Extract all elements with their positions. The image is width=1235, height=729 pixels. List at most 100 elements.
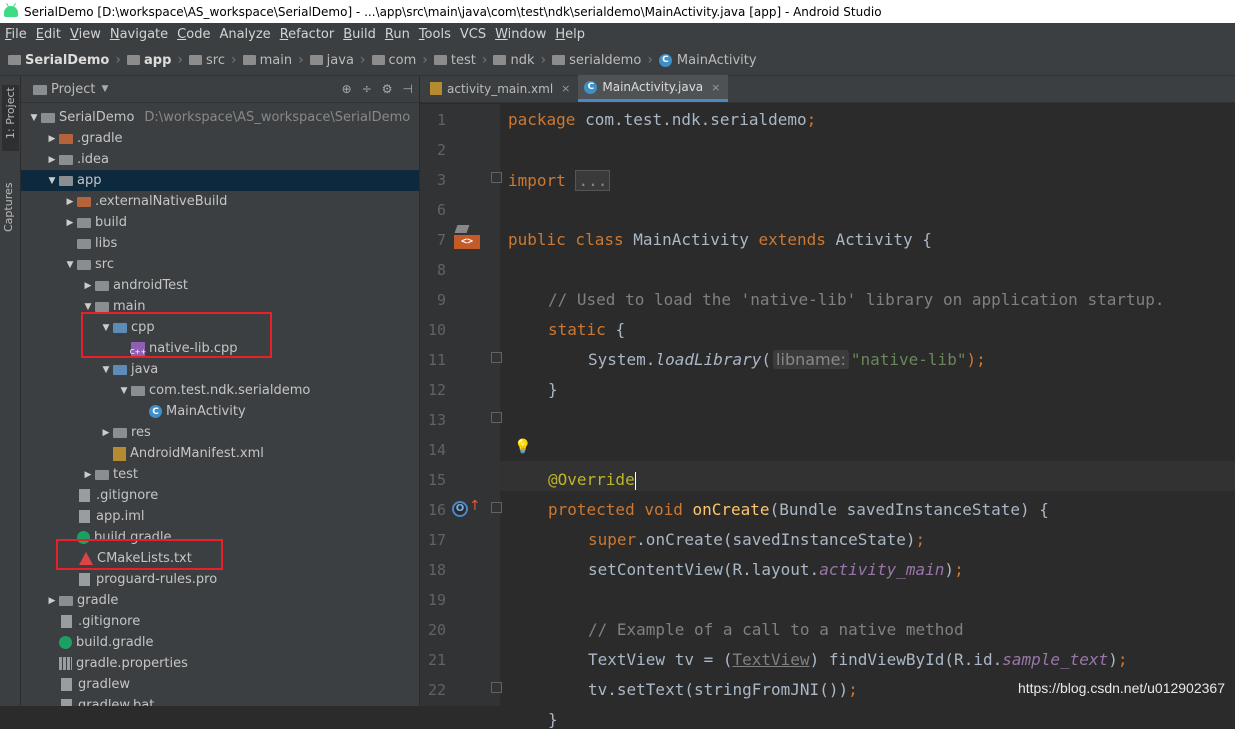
- fold-marker[interactable]: [491, 352, 502, 363]
- tree-item[interactable]: ▶.idea: [21, 149, 419, 170]
- breadcrumb-item[interactable]: main›: [241, 52, 308, 68]
- collapsed-arrow-icon[interactable]: ▶: [45, 134, 59, 144]
- expanded-arrow-icon[interactable]: ▼: [99, 323, 113, 333]
- collapse-all-icon[interactable]: ÷: [362, 82, 372, 96]
- fold-marker[interactable]: [491, 172, 502, 183]
- source-folder-icon: [113, 323, 127, 333]
- breadcrumb-item[interactable]: CMainActivity: [657, 53, 757, 68]
- captures-tool-tab[interactable]: Captures: [2, 172, 15, 232]
- breadcrumb-item[interactable]: ndk›: [491, 52, 550, 68]
- tree-item[interactable]: ▼main: [21, 296, 419, 317]
- menu-item[interactable]: Analyze: [214, 27, 274, 42]
- menu-item[interactable]: Run: [380, 27, 414, 42]
- expanded-arrow-icon[interactable]: ▼: [117, 386, 131, 396]
- menu-mnemonic: B: [343, 27, 352, 42]
- menu-item[interactable]: VCS: [455, 27, 490, 42]
- tree-item[interactable]: proguard-rules.pro: [21, 569, 419, 590]
- menu-item[interactable]: Help: [550, 27, 589, 42]
- tree-item[interactable]: gradlew.bat: [21, 695, 419, 706]
- collapsed-arrow-icon[interactable]: ▶: [63, 197, 77, 207]
- gear-icon[interactable]: ⚙: [382, 82, 393, 96]
- tree-item[interactable]: CMainActivity: [21, 401, 419, 422]
- fold-marker[interactable]: [491, 412, 502, 423]
- folded-imports[interactable]: ...: [575, 170, 610, 191]
- breadcrumb-item[interactable]: src›: [187, 52, 241, 68]
- collapsed-arrow-icon[interactable]: ▶: [45, 155, 59, 165]
- tree-item[interactable]: ▶.gradle: [21, 128, 419, 149]
- tree-item[interactable]: build.gradle: [21, 632, 419, 653]
- breadcrumb-label: MainActivity: [677, 53, 757, 68]
- fold-marker[interactable]: [491, 682, 502, 693]
- menu-item[interactable]: Refactor: [275, 27, 339, 42]
- line-number: 21: [420, 651, 446, 669]
- menu-item[interactable]: File: [0, 27, 31, 42]
- expanded-arrow-icon[interactable]: ▼: [63, 260, 77, 270]
- fold-marker[interactable]: [491, 502, 502, 513]
- tree-item[interactable]: ▶test: [21, 464, 419, 485]
- collapsed-arrow-icon[interactable]: ▶: [81, 281, 95, 291]
- tree-item[interactable]: app.iml: [21, 506, 419, 527]
- menu-mnemonic: E: [36, 27, 44, 42]
- menu-item[interactable]: Tools: [414, 27, 455, 42]
- tree-item[interactable]: ▼java: [21, 359, 419, 380]
- close-icon[interactable]: ×: [711, 81, 720, 94]
- expanded-arrow-icon[interactable]: ▼: [45, 176, 59, 186]
- tree-item[interactable]: C++native-lib.cpp: [21, 338, 419, 359]
- breadcrumb-label: src: [206, 53, 225, 68]
- scroll-from-source-icon[interactable]: ⊕: [342, 82, 352, 96]
- folder-icon: [552, 55, 565, 65]
- tree-item[interactable]: .gitignore: [21, 485, 419, 506]
- collapsed-arrow-icon[interactable]: ▶: [81, 470, 95, 480]
- project-tool-tab[interactable]: 1: Project: [2, 85, 19, 151]
- breadcrumb-item[interactable]: com›: [370, 52, 432, 68]
- tab-mainactivity-java[interactable]: C MainActivity.java ×: [578, 75, 728, 102]
- menu-item[interactable]: View: [65, 27, 105, 42]
- tree-item[interactable]: ▼app: [21, 170, 419, 191]
- override-gutter-icon[interactable]: O ↑: [452, 500, 480, 518]
- tree-item[interactable]: build.gradle: [21, 527, 419, 548]
- tree-item-label: build.gradle: [76, 635, 154, 650]
- expanded-arrow-icon[interactable]: ▼: [81, 302, 95, 312]
- tree-item[interactable]: ▶androidTest: [21, 275, 419, 296]
- code-view[interactable]: package com.test.ndk.serialdemo; import …: [500, 104, 1235, 706]
- tree-item[interactable]: ▶.externalNativeBuild: [21, 191, 419, 212]
- tree-item[interactable]: ▼cpp: [21, 317, 419, 338]
- class-gutter-icon[interactable]: <>: [454, 225, 480, 249]
- tree-item[interactable]: ▼SerialDemoD:\workspace\AS_workspace\Ser…: [21, 107, 419, 128]
- tree-item[interactable]: ▶gradle: [21, 590, 419, 611]
- breadcrumb-item[interactable]: test›: [432, 52, 492, 68]
- menu-item[interactable]: Code: [172, 27, 214, 42]
- expanded-arrow-icon[interactable]: ▼: [27, 113, 41, 123]
- expanded-arrow-icon[interactable]: ▼: [99, 365, 113, 375]
- tree-item[interactable]: CMakeLists.txt: [21, 548, 419, 569]
- project-view-selector[interactable]: Project ▼: [33, 82, 108, 97]
- menu-item[interactable]: Window: [490, 27, 550, 42]
- breadcrumb-separator-icon: ›: [115, 52, 121, 68]
- tree-item[interactable]: gradle.properties: [21, 653, 419, 674]
- code-line-7: public class MainActivity extends Activi…: [508, 230, 932, 249]
- menu-label: avigate: [120, 27, 169, 42]
- breadcrumb-item[interactable]: serialdemo›: [550, 52, 657, 68]
- tree-item[interactable]: gradlew: [21, 674, 419, 695]
- tab-activity-main-xml[interactable]: activity_main.xml ×: [424, 75, 578, 102]
- tree-item[interactable]: libs: [21, 233, 419, 254]
- close-icon[interactable]: ×: [561, 82, 570, 95]
- menu-item[interactable]: Build: [338, 27, 380, 42]
- breadcrumb-label: com: [389, 53, 417, 68]
- breadcrumb-item[interactable]: java›: [308, 52, 370, 68]
- tree-item[interactable]: .gitignore: [21, 611, 419, 632]
- collapsed-arrow-icon[interactable]: ▶: [45, 596, 59, 606]
- breadcrumb-item[interactable]: app›: [125, 52, 187, 68]
- tree-item[interactable]: ▼com.test.ndk.serialdemo: [21, 380, 419, 401]
- tree-item[interactable]: ▼src: [21, 254, 419, 275]
- tree-item[interactable]: ▶build: [21, 212, 419, 233]
- folder-icon: [493, 55, 506, 65]
- menu-item[interactable]: Navigate: [105, 27, 172, 42]
- menu-item[interactable]: Edit: [31, 27, 65, 42]
- breadcrumb-item[interactable]: SerialDemo›: [6, 52, 125, 68]
- collapsed-arrow-icon[interactable]: ▶: [99, 428, 113, 438]
- hide-panel-icon[interactable]: ⊣: [403, 82, 413, 96]
- collapsed-arrow-icon[interactable]: ▶: [63, 218, 77, 228]
- tree-item[interactable]: ▶res: [21, 422, 419, 443]
- tree-item[interactable]: AndroidManifest.xml: [21, 443, 419, 464]
